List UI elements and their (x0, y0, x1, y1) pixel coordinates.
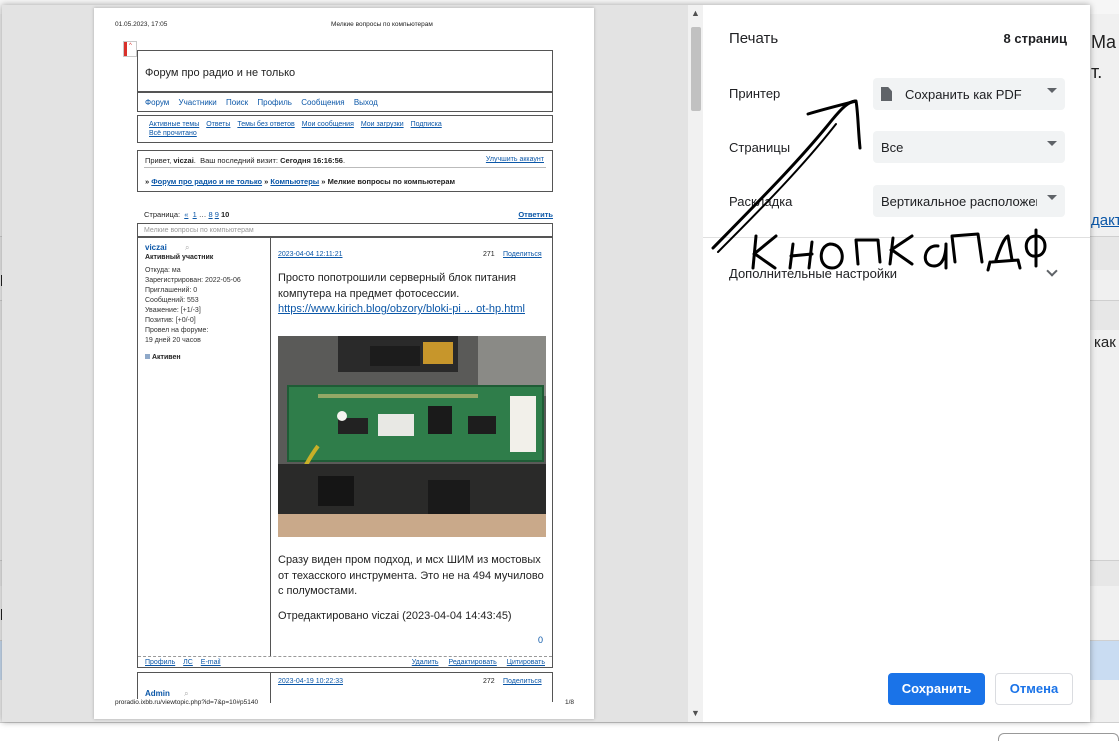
annotation-letter (854, 238, 882, 266)
annotation-letter (986, 234, 1022, 272)
annotation-letter (923, 242, 948, 270)
annotation-arrow-shaft-2 (717, 123, 837, 253)
annotation-letter (888, 234, 914, 266)
annotation-letter (1024, 228, 1047, 268)
annotation-letter (950, 232, 984, 264)
annotation-arrow-shaft (711, 99, 857, 250)
annotation-letter (751, 234, 778, 270)
annotation-letter (788, 240, 814, 270)
annotation-letter (819, 242, 844, 270)
handwritten-annotation (711, 99, 1047, 272)
